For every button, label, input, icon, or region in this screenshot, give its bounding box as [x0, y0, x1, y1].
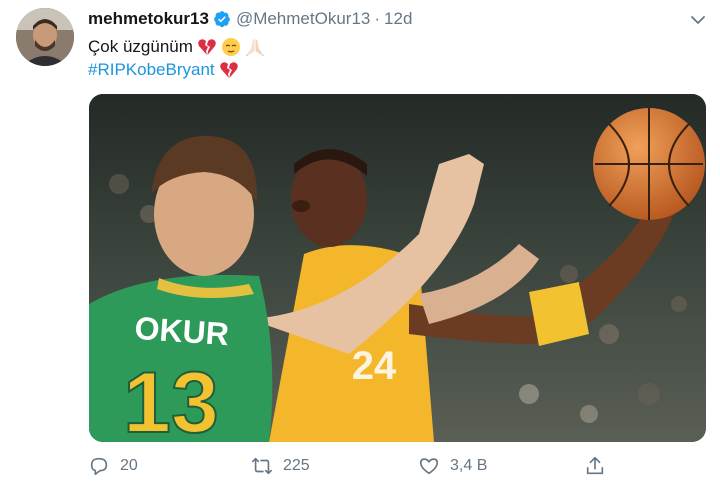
relieved-face-emoji	[221, 37, 240, 56]
share-button[interactable]	[584, 455, 616, 477]
tweet-actions: 20 225 3,4 B	[88, 455, 708, 479]
verified-badge-icon	[214, 11, 230, 28]
chevron-down-icon[interactable]	[688, 10, 708, 30]
folded-hands-emoji	[245, 38, 264, 56]
heart-icon	[419, 458, 439, 475]
tweet-media-photo[interactable]: OKUR 13 24	[89, 94, 706, 442]
avatar-photo	[16, 8, 74, 66]
jersey-number-back: 24	[352, 344, 397, 388]
like-count: 3,4 B	[450, 457, 488, 474]
retweet-icon	[252, 457, 272, 475]
broken-heart-emoji	[219, 61, 238, 78]
display-name[interactable]: mehmetokur13	[88, 9, 209, 29]
share-icon	[586, 456, 604, 475]
separator-dot: ·	[374, 9, 381, 28]
jersey-name: OKUR	[134, 310, 231, 352]
avatar[interactable]	[16, 8, 74, 66]
basketball-photo: OKUR 13 24	[89, 94, 706, 442]
timestamp[interactable]: 12d	[384, 9, 412, 29]
tweet-text: Çok üzgünüm #RIPKobeBryant	[88, 35, 265, 81]
reply-icon	[90, 457, 108, 476]
hashtag-link[interactable]: #RIPKobeBryant	[88, 58, 215, 81]
broken-heart-emoji	[198, 38, 216, 55]
reply-count: 20	[120, 457, 138, 474]
tweet-header: mehmetokur13 @MehmetOkur13 · 12d	[88, 9, 412, 29]
user-handle[interactable]: @MehmetOkur13	[236, 9, 370, 29]
tweet-text-line: Çok üzgünüm	[88, 37, 193, 56]
retweet-button[interactable]: 225	[251, 455, 310, 477]
jersey-number: 13	[123, 355, 219, 442]
retweet-count: 225	[283, 457, 310, 474]
like-button[interactable]: 3,4 B	[418, 455, 487, 477]
reply-button[interactable]: 20	[88, 455, 138, 477]
